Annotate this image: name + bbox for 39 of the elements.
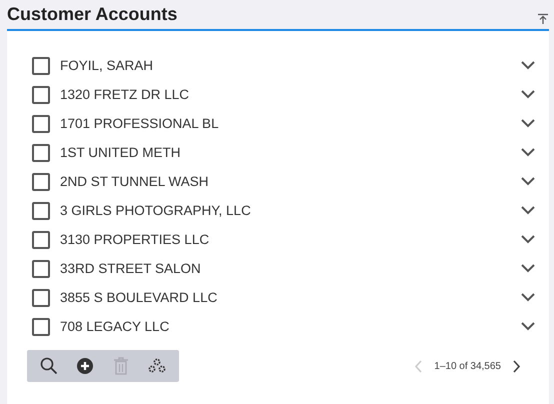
chevron-down-icon[interactable] (521, 90, 535, 99)
checkbox[interactable] (32, 202, 50, 220)
checkbox[interactable] (32, 260, 50, 278)
checkbox[interactable] (32, 288, 50, 306)
chevron-down-icon[interactable] (521, 293, 535, 302)
plus-circle-icon (76, 357, 94, 375)
chevron-down-icon[interactable] (521, 235, 535, 244)
account-name: 1320 FRETZ DR LLC (60, 87, 190, 102)
checkbox[interactable] (32, 86, 50, 104)
panel-title: Customer Accounts (7, 4, 178, 25)
checkbox[interactable] (32, 56, 50, 74)
checkbox[interactable] (32, 144, 50, 162)
account-name: 1701 PROFESSIONAL BL (60, 116, 220, 131)
checkbox[interactable] (32, 318, 50, 336)
trash-icon (113, 357, 129, 375)
checkbox[interactable] (32, 172, 50, 190)
chevron-down-icon[interactable] (521, 61, 535, 70)
chevron-down-icon[interactable] (521, 119, 535, 128)
gears-icon (148, 358, 166, 374)
chevron-left-icon (414, 360, 422, 372)
account-name: 33RD STREET SALON (60, 261, 202, 276)
chevron-down-icon[interactable] (521, 322, 535, 331)
account-name: 1ST UNITED METH (60, 145, 182, 160)
chevron-down-icon[interactable] (521, 206, 535, 215)
chevron-down-icon[interactable] (521, 264, 535, 273)
account-name: 3 GIRLS PHOTOGRAPHY, LLC (60, 203, 252, 218)
checkbox[interactable] (32, 230, 50, 248)
chevron-right-icon (513, 360, 521, 372)
search-icon (40, 357, 58, 375)
account-name: 2ND ST TUNNEL WASH (60, 174, 210, 189)
collapse-icon[interactable] (537, 13, 549, 25)
account-name: 3130 PROPERTIES LLC (60, 232, 210, 247)
checkbox[interactable] (32, 114, 50, 132)
account-name: FOYIL, SARAH (60, 58, 154, 73)
chevron-down-icon[interactable] (521, 148, 535, 157)
chevron-down-icon[interactable] (521, 177, 535, 186)
account-name: 708 LEGACY LLC (60, 319, 170, 334)
account-name: 3855 S BOULEVARD LLC (60, 290, 218, 305)
page-range: 1–10 of 34,565 (434, 360, 501, 372)
